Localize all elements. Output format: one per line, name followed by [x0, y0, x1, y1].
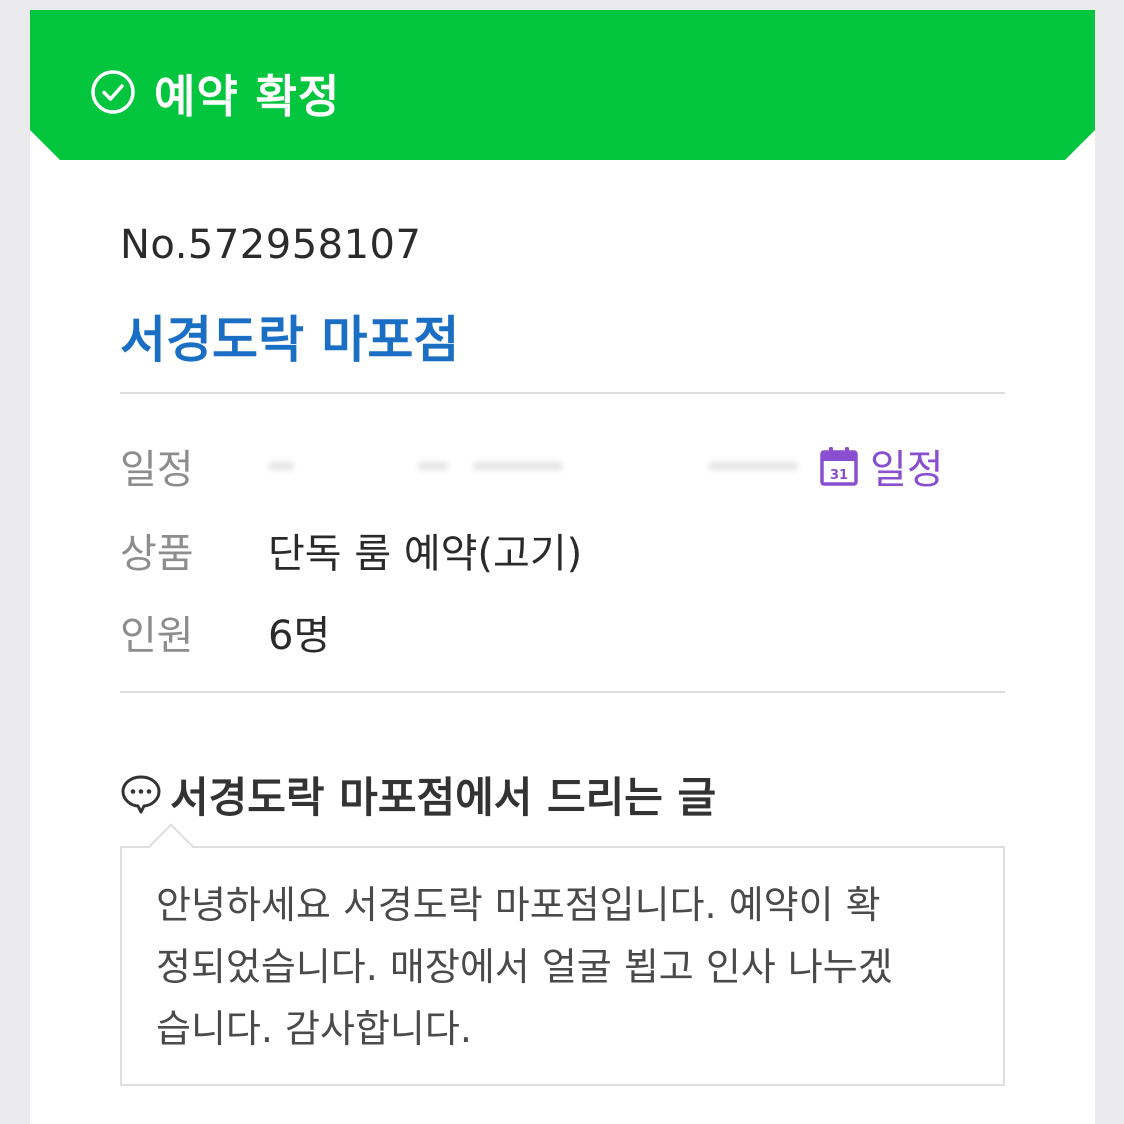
divider: [120, 691, 1005, 693]
reservation-card: 예약 확정 No.572958107 서경도락 마포점 일정 31 일정 상품 …: [30, 10, 1095, 1124]
product-value: 단독 룸 예약(고기): [268, 531, 583, 577]
check-circle-icon: [90, 69, 136, 115]
message-heading-text: 서경도락 마포점에서 드리는 글: [170, 772, 717, 822]
banner-title: 예약 확정: [154, 69, 341, 123]
calendar-link-label: 일정: [870, 447, 944, 493]
speech-bubble-icon: [121, 775, 161, 814]
svg-text:31: 31: [830, 468, 848, 483]
redacted-date-value: [268, 448, 808, 484]
confirmation-banner: 예약 확정: [30, 10, 1095, 160]
people-value: 6명: [268, 613, 331, 659]
divider: [120, 392, 1005, 394]
people-label: 인원: [120, 613, 194, 659]
product-row: 상품 단독 룸 예약(고기): [120, 522, 582, 578]
message-box: 안녕하세요 서경도락 마포점입니다. 예약이 확 정되었습니다. 매장에서 얼굴…: [120, 823, 1005, 1086]
people-row: 인원 6명: [120, 604, 330, 660]
product-label: 상품: [120, 531, 194, 577]
shop-name[interactable]: 서경도락 마포점: [120, 300, 459, 372]
banner-title-group: 예약 확정: [90, 62, 340, 122]
message-heading: 서경도락 마포점에서 드리는 글: [120, 766, 716, 822]
date-label: 일정: [120, 447, 194, 493]
booking-number: No.572958107: [120, 222, 422, 268]
message-box-pointer: [148, 823, 194, 869]
message-body: 안녕하세요 서경도락 마포점입니다. 예약이 확 정되었습니다. 매장에서 얼굴…: [156, 883, 893, 1051]
add-to-calendar-link[interactable]: 31 일정: [820, 437, 944, 495]
calendar-icon: 31: [820, 447, 858, 486]
date-row: 일정 31 일정: [120, 438, 944, 494]
